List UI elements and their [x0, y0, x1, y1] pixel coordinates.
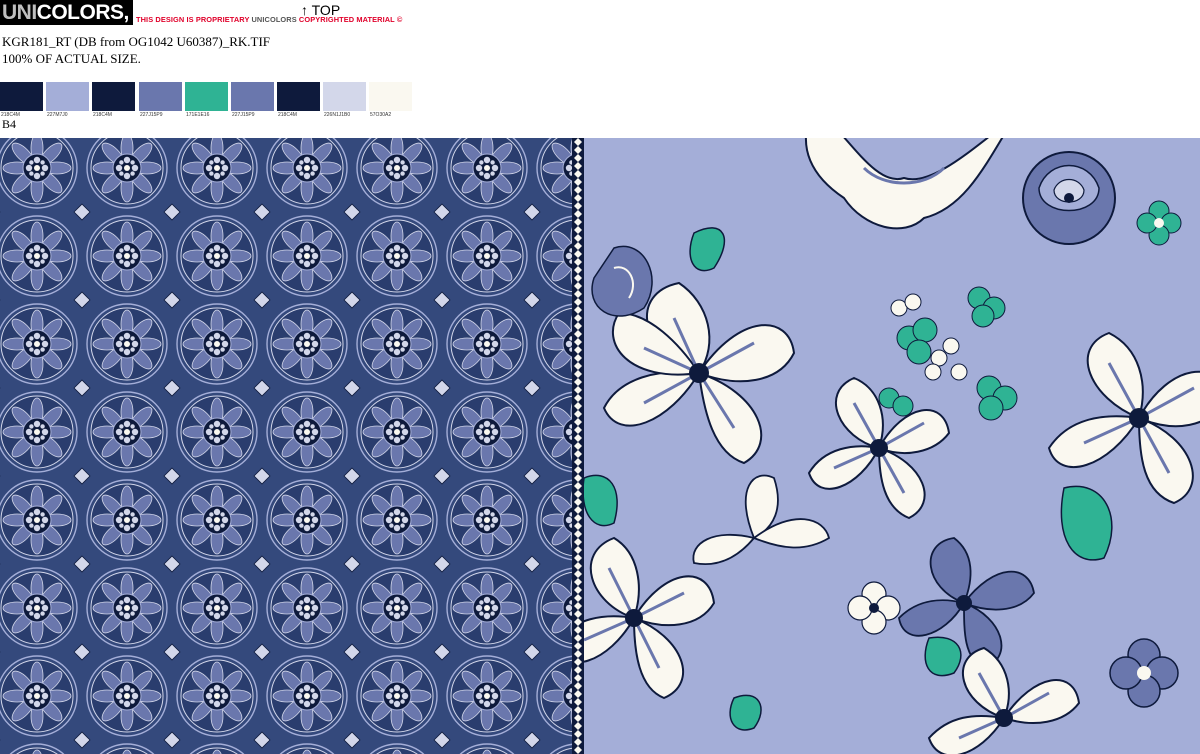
- swatch-chip: [369, 82, 412, 111]
- swatch-chip: [0, 82, 43, 111]
- swatch-chip: [277, 82, 320, 111]
- swatch-chip: [185, 82, 228, 111]
- floral-pattern-svg: [584, 138, 1200, 754]
- swatch-7: 218C4M: [277, 82, 320, 118]
- file-name: KGR181_RT (DB from OG1042 U60387)_RK.TIF: [2, 34, 271, 49]
- swatch-code: 227M7J0: [47, 112, 68, 118]
- border-stripe: [572, 138, 584, 754]
- zigzag-border-svg: [572, 138, 584, 754]
- swatch-code: 218C4M: [278, 112, 297, 118]
- swatch-code: 227J15P9: [232, 112, 255, 118]
- swatch-2: 227M7J0: [46, 82, 89, 118]
- medallion-pattern-svg: [0, 138, 576, 754]
- top-orientation-marker: ↑ TOP: [301, 2, 341, 18]
- swatch-1: 218C4M: [0, 82, 43, 118]
- notice-part-1: THIS DESIGN IS PROPRIETARY: [136, 15, 250, 24]
- swatch-3: 218C4M: [92, 82, 135, 118]
- swatch-4: 227J15P9: [139, 82, 182, 118]
- swatch-6: 227J15P9: [231, 82, 274, 118]
- proprietary-notice: THIS DESIGN IS PROPRIETARY UNICOLORS COP…: [136, 15, 402, 24]
- swatch-chip: [92, 82, 135, 111]
- swatch-chip: [231, 82, 274, 111]
- swatch-code: 218C4M: [93, 112, 112, 118]
- notice-part-2: UNICOLORS: [251, 15, 297, 24]
- floral-print-panel: [584, 138, 1200, 754]
- variant-label: B4: [2, 117, 17, 131]
- swatch-chip: [323, 82, 366, 111]
- swatch-9: 57O30A2: [369, 82, 412, 118]
- medallion-print-panel: [0, 138, 576, 754]
- swatch-8: 226N1J1B0: [323, 82, 366, 118]
- logo-prefix: UNI: [2, 1, 37, 24]
- swatch-5: 171E1E16: [185, 82, 228, 118]
- swatch-code: 171E1E16: [186, 112, 210, 118]
- scale-note: 100% OF ACTUAL SIZE.: [2, 51, 141, 66]
- unicolors-logo: UNICOLORS, INC.: [0, 0, 175, 25]
- swatch-chip: [139, 82, 182, 111]
- swatch-code: 227J15P9: [140, 112, 163, 118]
- swatch-chip: [46, 82, 89, 111]
- swatch-code: 226N1J1B0: [324, 112, 351, 118]
- swatch-code: 57O30A2: [370, 112, 392, 118]
